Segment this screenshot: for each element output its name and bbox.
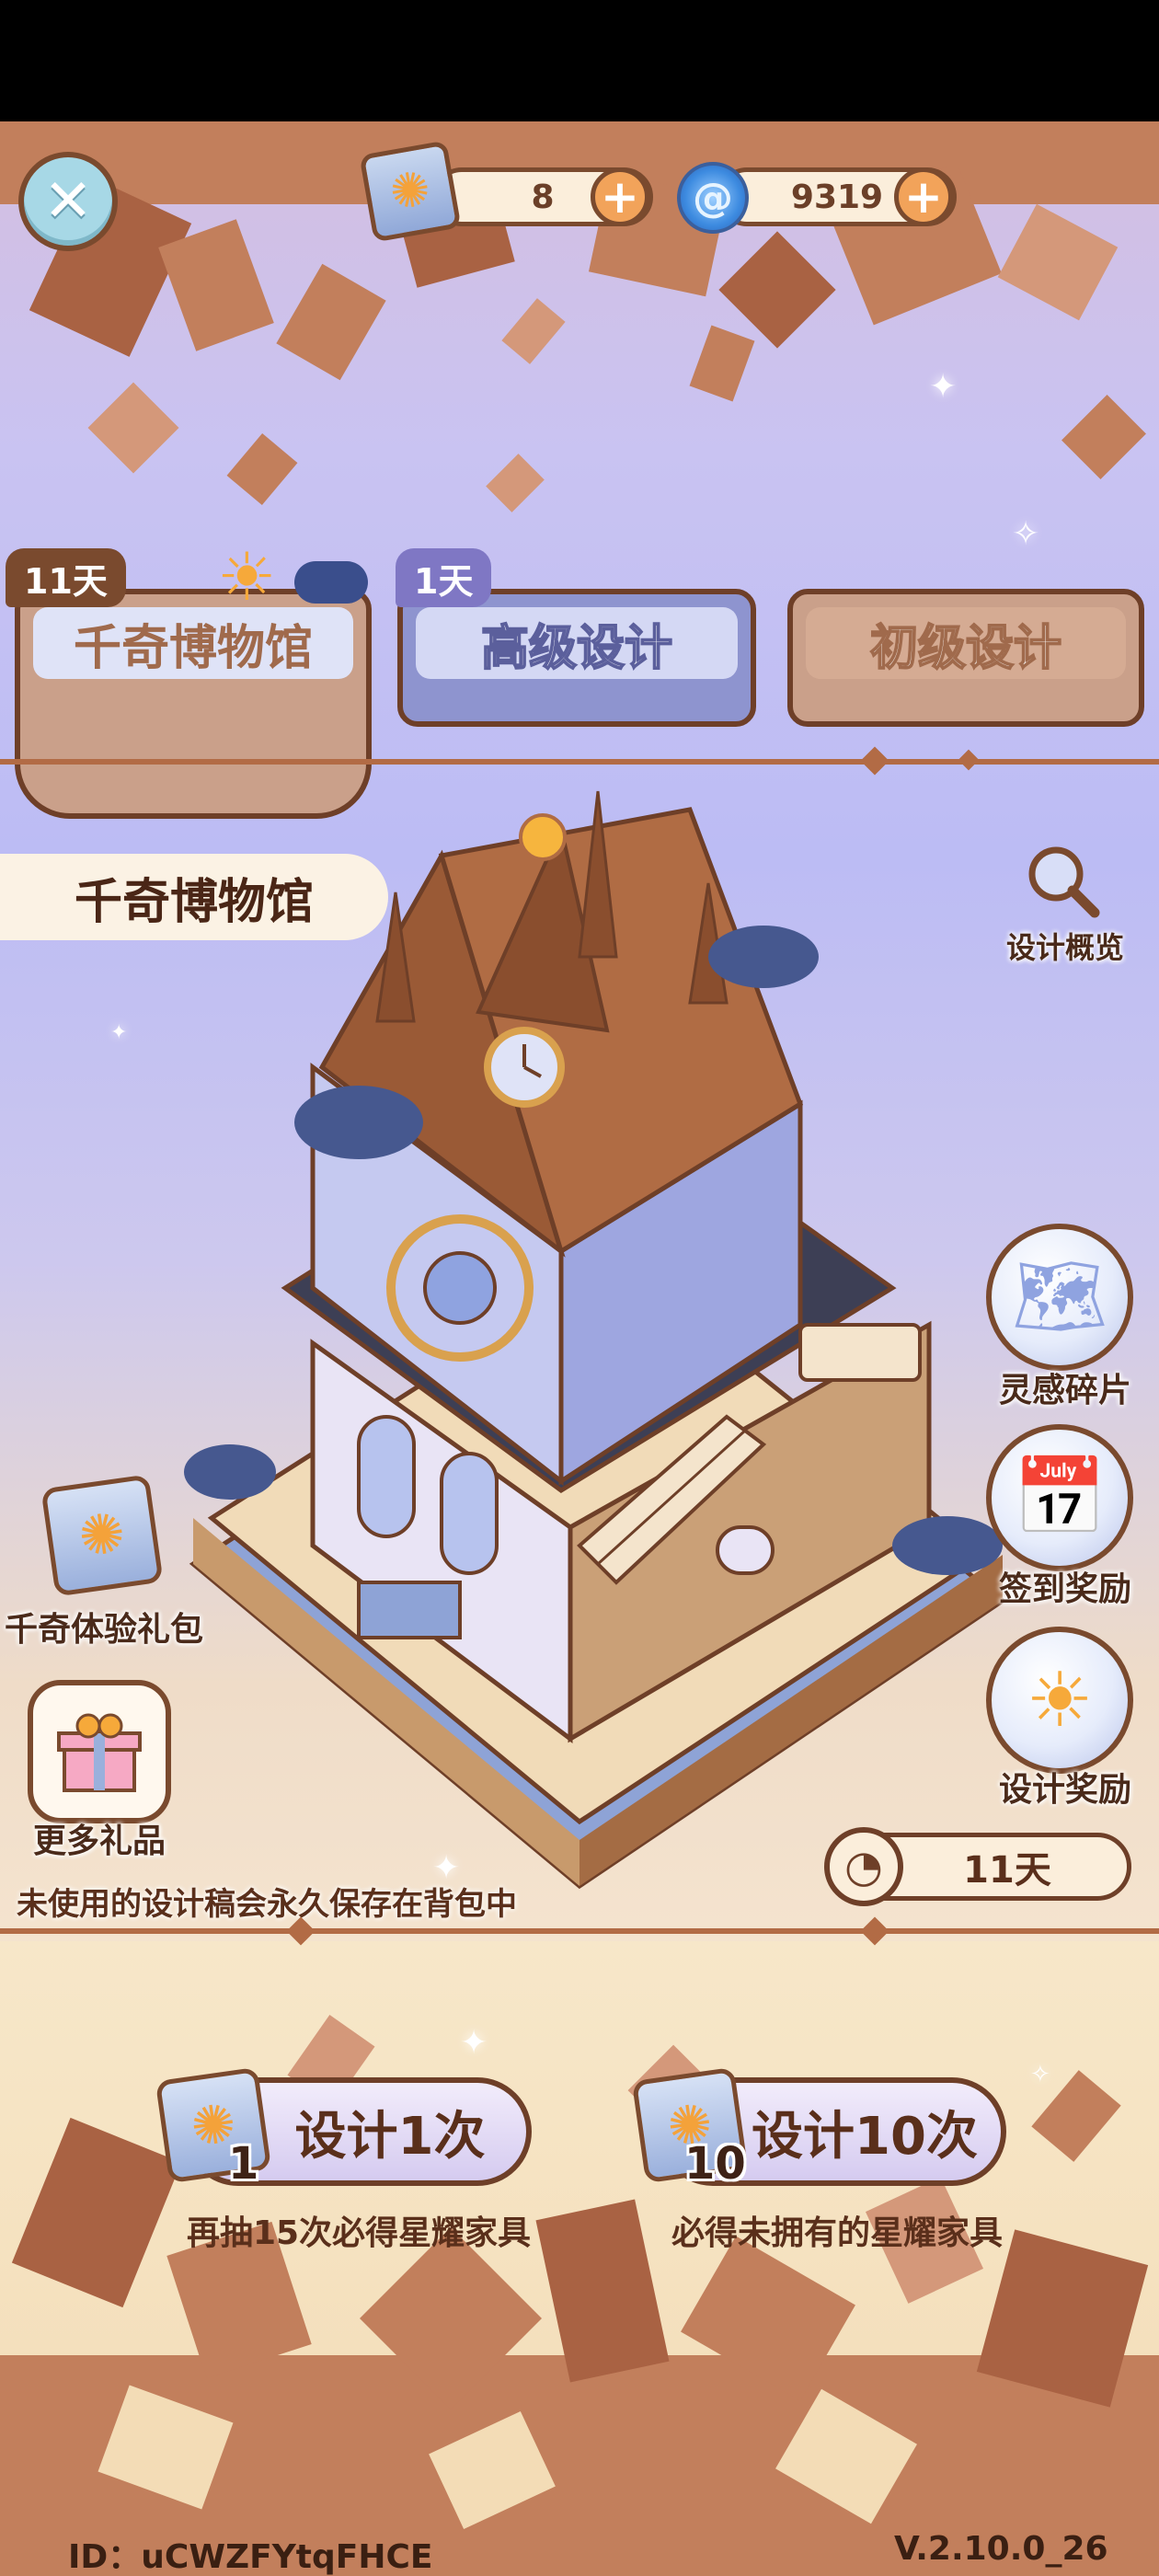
- tab-basic-design[interactable]: 初级设计: [787, 589, 1144, 727]
- tab-divider: [0, 759, 1159, 765]
- design-rewards-button[interactable]: ☀: [986, 1627, 1133, 1774]
- sun-medal-icon: ☀: [1026, 1656, 1094, 1744]
- trial-pack-button[interactable]: ✺: [40, 1474, 164, 1597]
- clock-icon: ◔: [824, 1827, 903, 1906]
- gift-scroll-icon: ✺: [75, 1500, 130, 1571]
- tab-museum-days-badge: 11天: [6, 548, 126, 607]
- tab-advanced-design[interactable]: 高级设计: [397, 589, 756, 727]
- design-once-count: 1: [228, 2138, 259, 2190]
- check-in-rewards-label: 签到奖励: [998, 1570, 1131, 1608]
- app-version: V.2.10.0_26: [894, 2530, 1108, 2568]
- design-once-label: 设计1次: [294, 2106, 486, 2167]
- tab-advanced-design-days-badge: 1天: [396, 548, 492, 607]
- event-timer-value: 11天: [963, 1849, 1051, 1892]
- design-ten-label: 设计10次: [752, 2106, 978, 2167]
- bottom-divider: [0, 1928, 1159, 1934]
- backpack-notice: 未使用的设计稿会永久保存在背包中: [17, 1886, 517, 1923]
- calendar-icon: 📅: [1012, 1454, 1107, 1541]
- more-gifts-label: 更多礼品: [32, 1823, 166, 1860]
- sun-icon: ☀: [217, 538, 277, 615]
- magnifier-icon[interactable]: [1021, 839, 1104, 922]
- gem-count: 9319: [790, 178, 884, 216]
- design-once-hint: 再抽15次必得星耀家具: [186, 2214, 532, 2252]
- status-bar: [0, 0, 1159, 121]
- swirl-gem-icon: @: [677, 162, 749, 234]
- design-ten-hint: 必得未拥有的星耀家具: [671, 2214, 1003, 2252]
- more-gifts-button[interactable]: [28, 1680, 171, 1823]
- close-icon: ✕: [43, 167, 93, 236]
- tab-advanced-design-label: 高级设计: [416, 607, 738, 679]
- add-gem-button[interactable]: +: [894, 167, 953, 226]
- inspiration-fragments-label: 灵感碎片: [998, 1372, 1131, 1409]
- design-ten-count: 10: [684, 2138, 746, 2190]
- cloud-icon: [294, 561, 368, 604]
- tab-basic-design-label: 初级设计: [806, 607, 1126, 679]
- design-scroll-icon: ✺: [359, 140, 462, 243]
- gift-box-icon: [57, 1713, 142, 1792]
- museum-house-illustration: [175, 773, 1021, 1904]
- tab-museum-label: 千奇博物馆: [33, 607, 353, 679]
- trial-pack-label: 千奇体验礼包: [4, 1611, 203, 1649]
- design-rewards-label: 设计奖励: [998, 1771, 1131, 1809]
- check-in-rewards-button[interactable]: 📅: [986, 1424, 1133, 1571]
- add-scroll-button[interactable]: +: [591, 167, 649, 226]
- map-fragment-icon: 🗺: [1011, 1253, 1108, 1340]
- scroll-count: 8: [531, 178, 555, 216]
- close-button[interactable]: ✕: [18, 152, 118, 251]
- player-id: ID：uCWZFYtqFHCE: [68, 2538, 433, 2576]
- inspiration-fragments-button[interactable]: 🗺: [986, 1224, 1133, 1371]
